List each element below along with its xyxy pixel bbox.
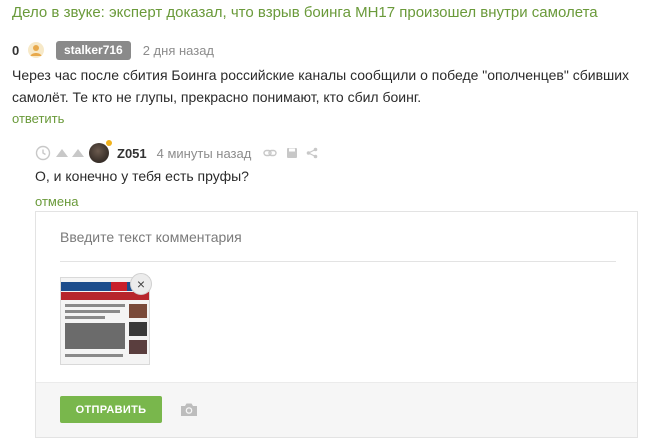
thumbnail-logo [111,282,127,291]
thumbnail-text-line [65,316,105,319]
cancel-link[interactable]: отмена [35,194,78,209]
post-title[interactable]: Дело в звуке: эксперт доказал, что взрыв… [12,4,598,21]
comment-time[interactable]: 2 дня назад [143,43,214,58]
thumbnail-text-line [65,310,120,313]
comment-author[interactable]: Z051 [117,146,147,161]
clock-icon [35,145,51,161]
online-indicator [106,140,112,146]
link-icon[interactable] [263,148,278,158]
share-icon[interactable] [306,147,318,159]
thumbnail-text-line [65,354,123,357]
avatar[interactable] [89,140,112,163]
thumbnail-photo [65,323,125,349]
thumbnail-side-photo [129,322,147,336]
comment-time[interactable]: 4 минуты назад [157,146,252,161]
comment-meta: Z051 4 минуты назад [35,140,318,163]
vote-up-icon[interactable] [55,147,69,159]
comment-text: Через час после сбития Боинга российские… [12,67,630,105]
remove-attachment-button[interactable]: × [130,273,152,295]
thumbnail-text-line [65,304,125,307]
reply-link[interactable]: ответить [12,111,64,126]
thumbnail-side-photo [129,340,147,354]
submit-button[interactable]: ОТПРАВИТЬ [60,396,162,423]
reply-form: Введите текст комментария × ОТПРАВИТЬ [35,211,638,438]
comment-rating: 0 [12,42,20,58]
attachment: × [60,273,152,365]
user-status-icon [26,40,46,60]
save-icon[interactable] [286,147,298,159]
comment-author[interactable]: stalker716 [56,40,131,60]
comment-meta: 0 stalker716 2 дня назад [12,40,214,60]
camera-icon[interactable] [179,400,199,418]
comment-input[interactable]: Введите текст комментария [60,229,616,262]
thumbnail-side-photo [129,304,147,318]
vote-down-icon[interactable] [71,147,85,159]
form-footer: ОТПРАВИТЬ [36,382,637,437]
comment-text: О, и конечно у тебя есть пруфы? [35,168,249,184]
